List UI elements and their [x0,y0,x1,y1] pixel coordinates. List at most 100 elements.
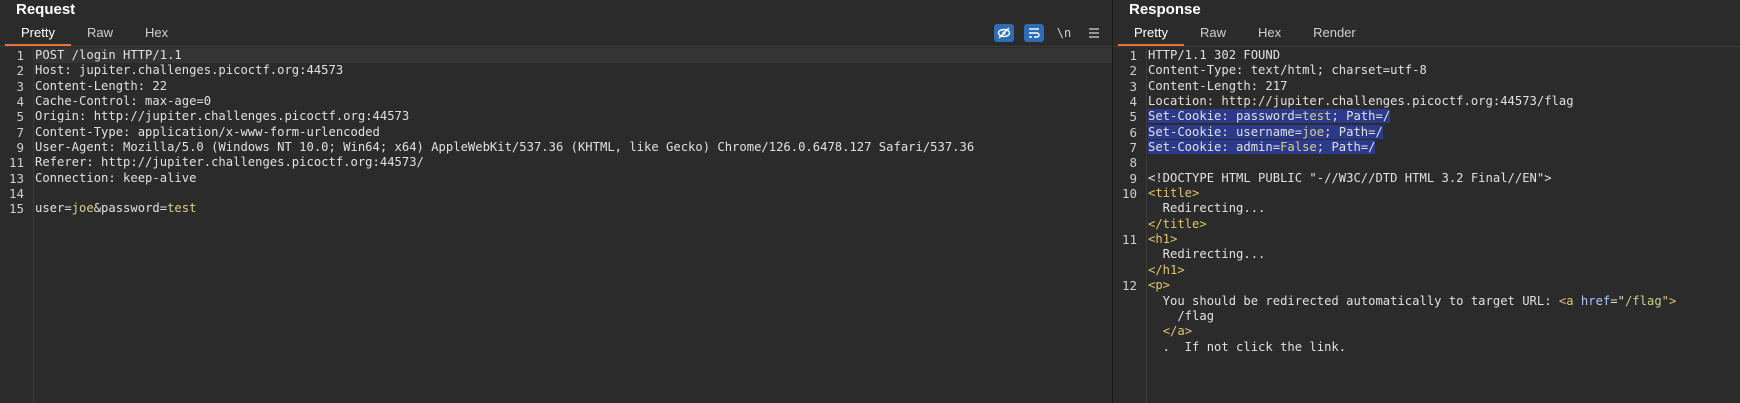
code-line: Redirecting... [1113,247,1740,262]
token: /flag [1624,293,1662,308]
code-line: 8 [1113,155,1740,170]
token: test [1302,109,1332,124]
token: &password= [93,201,168,216]
token: Set-Cookie: username= [1148,124,1303,139]
token: Host: jupiter.challenges.picoctf.org:445… [35,63,344,78]
token: ; Path=/ [1324,124,1383,139]
line-text: <!DOCTYPE HTML PUBLIC "-//W3C//DTD HTML … [1148,171,1740,186]
line-number: 7 [16,124,24,140]
token: Set-Cookie: admin= [1148,140,1281,155]
token: Redirecting... [1148,247,1266,262]
token: joe [1302,124,1325,139]
token: test [167,201,197,216]
line-text: . If not click the link. [1148,340,1740,355]
line-text: Redirecting... [1148,247,1740,262]
token: ; Path=/ [1331,109,1391,124]
response-tab-raw[interactable]: Raw [1184,21,1242,46]
line-text: Content-Type: text/html; charset=utf-8 [1148,63,1740,78]
token: <title> [1148,186,1200,201]
code-line: 7 Content-Type: application/x-www-form-ur… [0,125,1112,140]
token: Content-Length: 217 [1148,78,1288,93]
token: =" [1610,293,1625,308]
line-text: Referer: http://jupiter.challenges.picoc… [35,155,1112,170]
code-line: /flag [1113,309,1740,324]
line-text: Content-Length: 22 [35,79,1112,94]
line-text: /flag [1148,309,1740,324]
line-text: User-Agent: Mozilla/5.0 (Windows NT 10.0… [35,140,1112,155]
request-lines: 1 POST /login HTTP/1.1 2 Host: jupiter.chal… [0,48,1112,217]
code-line: 7 Set-Cookie: admin=False; Path=/ [1113,140,1740,155]
response-tabbar: Pretty Raw Hex Render [1113,20,1740,47]
code-line: 5 Origin: http://jupiter.challenges.picoc… [0,109,1112,124]
code-line: 15 user=joe&password=test [0,201,1112,216]
code-line: 2 Content-Type: text/html; charset=utf-8 [1113,63,1740,78]
token: <h1> [1148,232,1178,247]
code-line: You should be redirected automatically t… [1113,294,1740,309]
response-lines: 1 HTTP/1.1 302 FOUND 2 Content-Type: text/h… [1113,48,1740,355]
line-number: 1 [1129,48,1137,63]
request-tab-raw[interactable]: Raw [71,21,129,46]
line-number: 3 [16,78,24,94]
token: Content-Type: application/x-www-form-url… [35,124,380,139]
request-pane: Request Pretty Raw Hex \n 1 POST /login H… [0,0,1113,403]
token: . If not click the link. [1148,339,1347,354]
token: ; Path=/ [1316,140,1376,155]
request-tab-hex[interactable]: Hex [129,21,184,46]
token: HTTP/1.1 302 FOUND [1148,48,1281,62]
line-text: Content-Type: application/x-www-form-url… [35,125,1112,140]
line-text: HTTP/1.1 302 FOUND [1148,48,1740,63]
line-text: Set-Cookie: username=joe; Path=/ [1148,124,1740,140]
token: "> [1661,293,1677,308]
line-number: 5 [1129,109,1137,125]
line-number: 10 [1121,186,1137,202]
response-tab-pretty[interactable]: Pretty [1118,21,1184,46]
line-text: </a> [1148,324,1740,339]
token: User-Agent: Mozilla/5.0 (Windows NT 10.0… [35,140,975,155]
request-tabbar: Pretty Raw Hex \n [0,20,1112,47]
menu-icon[interactable] [1084,24,1104,42]
line-text: POST /login HTTP/1.1 [35,48,1112,64]
token: Redirecting... [1148,201,1266,216]
line-number: 4 [16,94,24,110]
wrap-lines-icon[interactable] [1024,24,1044,42]
token: Content-Type: text/html; charset=utf-8 [1148,63,1427,78]
code-line: 13 Connection: keep-alive [0,171,1112,186]
selection-highlight: Set-Cookie: password=test; Path=/ [1148,109,1391,124]
token: user= [35,201,72,216]
code-line: 3 Content-Length: 22 [0,79,1112,94]
code-line: 14 [0,186,1112,201]
response-editor[interactable]: 1 HTTP/1.1 302 FOUND 2 Content-Type: text/h… [1113,48,1740,403]
line-text: Origin: http://jupiter.challenges.picoct… [35,109,1112,124]
response-tab-hex[interactable]: Hex [1242,21,1297,46]
line-text: Host: jupiter.challenges.picoctf.org:445… [35,63,1112,78]
token: </title> [1148,216,1207,231]
line-number: 11 [1121,232,1137,248]
line-text: <title> [1148,186,1740,201]
code-line: 1 POST /login HTTP/1.1 [0,48,1112,64]
line-number: 13 [8,170,24,186]
request-editor[interactable]: 1 POST /login HTTP/1.1 2 Host: jupiter.chal… [0,48,1112,403]
code-line: </h1> [1113,263,1740,278]
token: <p> [1148,278,1171,293]
request-tab-pretty[interactable]: Pretty [5,21,71,46]
line-text: Location: http://jupiter.challenges.pico… [1148,94,1740,109]
code-line: 4 Cache-Control: max-age=0 [0,94,1112,109]
hide-nonprintable-icon[interactable] [994,24,1014,42]
token: Content-Length: 22 [35,78,168,93]
line-text: Content-Length: 217 [1148,79,1740,94]
code-line: </title> [1113,217,1740,232]
newline-toggle[interactable]: \n [1054,24,1074,42]
code-line: 4 Location: http://jupiter.challenges.pic… [1113,94,1740,109]
code-line: . If not click the link. [1113,340,1740,355]
token: <a [1558,293,1581,308]
token: <!DOCTYPE HTML PUBLIC "-//W3C//DTD HTML … [1148,170,1552,185]
token: Origin: http://jupiter.challenges.picoct… [35,109,410,124]
line-text: </title> [1148,217,1740,232]
line-number: 12 [1121,278,1137,294]
token: Set-Cookie: password= [1148,109,1303,124]
code-line: 3 Content-Length: 217 [1113,79,1740,94]
response-tab-render[interactable]: Render [1297,21,1372,46]
code-line: 11 Referer: http://jupiter.challenges.pic… [0,155,1112,170]
code-line: 10 <title> [1113,186,1740,201]
